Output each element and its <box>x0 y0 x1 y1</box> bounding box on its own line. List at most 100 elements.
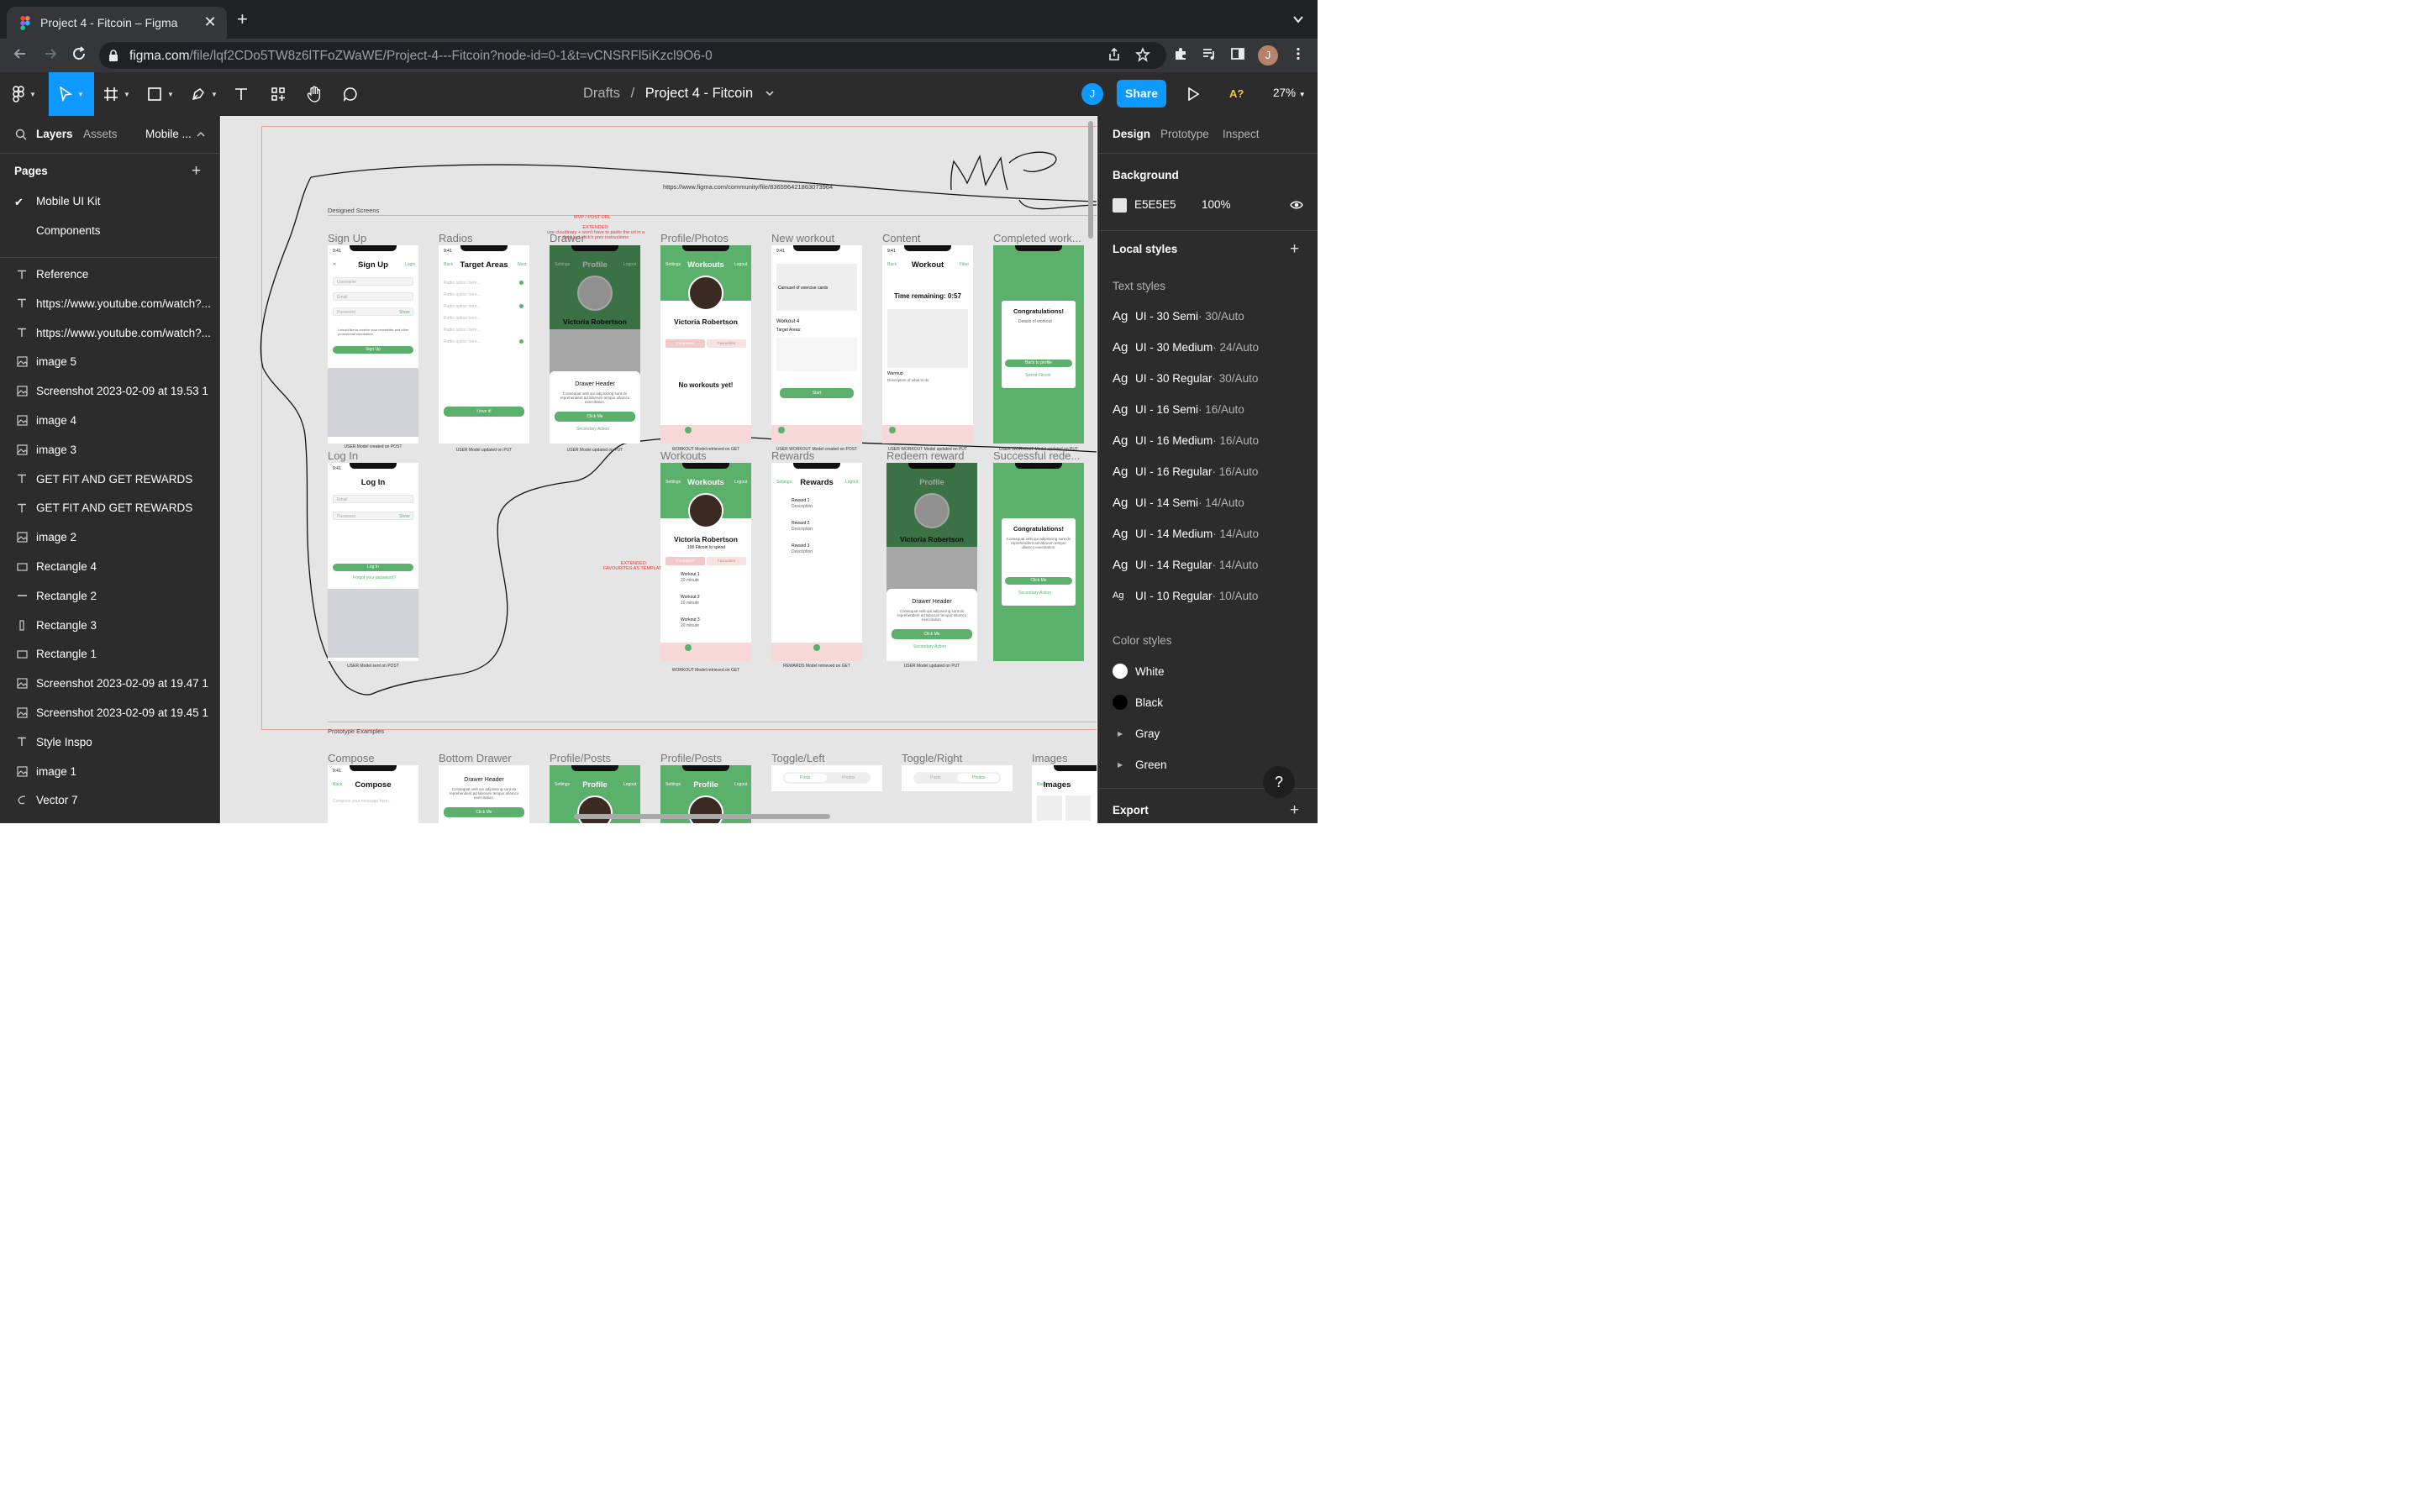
tab-inspect[interactable]: Inspect <box>1223 128 1260 140</box>
community-url-text[interactable]: https://www.figma.com/community/file/836… <box>663 183 833 191</box>
bookmark-star-icon[interactable] <box>1134 46 1151 64</box>
hand-tool-button[interactable] <box>302 72 327 116</box>
side-panel-icon[interactable] <box>1228 46 1247 65</box>
vertical-scrollbar[interactable] <box>1088 121 1093 239</box>
extensions-puzzle-icon[interactable] <box>1171 46 1190 65</box>
screen-successful-redeem[interactable]: Congratulations! Consequat velit qui adi… <box>993 463 1084 661</box>
screen-toggle-right[interactable]: Posts Photos <box>902 765 1013 791</box>
screen-profile-photos[interactable]: Settings Logout Workouts Victoria Robert… <box>660 245 751 444</box>
layer-row[interactable]: image 2 <box>0 522 219 552</box>
layer-row[interactable]: https://www.youtube.com/watch?... <box>0 318 219 348</box>
frame-label-profile-photos[interactable]: Profile/Photos <box>660 232 729 244</box>
frame-label-profile-posts-1[interactable]: Profile/Posts <box>550 752 611 764</box>
screen-images[interactable]: Back Images <box>1032 765 1097 823</box>
frame-label-compose[interactable]: Compose <box>328 752 375 764</box>
frame-label-log-in[interactable]: Log In <box>328 449 358 462</box>
accessibility-check-button[interactable]: A? <box>1229 87 1244 100</box>
color-style-item[interactable]: Black <box>1113 694 1163 711</box>
add-style-icon[interactable]: + <box>1290 240 1299 259</box>
layer-row[interactable]: Rectangle 4 <box>0 552 219 581</box>
frame-label-sign-up[interactable]: Sign Up <box>328 232 366 244</box>
screen-workouts[interactable]: Settings Logout Workouts Victoria Robert… <box>660 463 751 661</box>
frame-label-drawer[interactable]: Drawer <box>550 232 585 244</box>
layer-row[interactable]: image 1 <box>0 757 219 786</box>
new-tab-button[interactable]: + <box>237 10 248 29</box>
frame-label-images[interactable]: Images <box>1032 752 1068 764</box>
screen-toggle-left[interactable]: Posts Photos <box>771 765 882 791</box>
project-name[interactable]: Project 4 - Fitcoin <box>645 86 753 101</box>
layer-row[interactable]: Style Inspo <box>0 727 219 757</box>
screen-new-workout[interactable]: 9:41 Carousel of exercise cards Workout … <box>771 245 862 444</box>
reload-icon[interactable] <box>69 45 89 66</box>
tab-prototype[interactable]: Prototype <box>1160 128 1209 140</box>
frame-label-bottom-drawer[interactable]: Bottom Drawer <box>439 752 512 764</box>
text-style-item[interactable]: Ag UI - 10 Regular · 10/Auto <box>1113 587 1258 604</box>
share-page-icon[interactable] <box>1106 47 1123 64</box>
back-arrow-icon[interactable] <box>10 45 30 66</box>
move-tool-button[interactable]: ▼ <box>49 72 94 116</box>
page-item-components[interactable]: Components <box>36 224 101 237</box>
browser-tab[interactable]: Project 4 - Fitcoin – Figma ✕ <box>7 7 227 39</box>
design-canvas[interactable]: https://www.figma.com/community/file/836… <box>221 116 1097 823</box>
frame-label-toggle-left[interactable]: Toggle/Left <box>771 752 825 764</box>
user-avatar[interactable]: J <box>1081 83 1103 105</box>
text-style-item[interactable]: Ag UI - 30 Semi · 30/Auto <box>1113 307 1244 324</box>
frame-label-redeem-reward[interactable]: Redeem reward <box>886 449 965 462</box>
shape-tool-button[interactable]: ▼ <box>141 72 180 116</box>
screen-redeem-reward[interactable]: Profile Victoria Robertson Drawer Header… <box>886 463 977 661</box>
add-export-icon[interactable]: + <box>1290 801 1299 820</box>
address-bar[interactable]: figma.com/file/lqf2CDo5TW8z6lTFoZWaWE/Pr… <box>99 42 1166 69</box>
layer-row[interactable]: Reference <box>0 260 219 289</box>
zoom-level-dropdown[interactable]: 27% ▼ <box>1273 87 1306 99</box>
frame-label-completed-workout[interactable]: Completed work... <box>993 232 1081 244</box>
text-style-item[interactable]: Ag UI - 16 Medium · 16/Auto <box>1113 432 1259 449</box>
background-hex-input[interactable]: E5E5E5 <box>1134 198 1176 211</box>
screen-content[interactable]: 9:41 Back Workout Filter Time remaining:… <box>882 245 973 444</box>
present-play-icon[interactable] <box>1187 87 1199 101</box>
layer-row[interactable]: GET FIT AND GET REWARDS <box>0 465 219 494</box>
frame-tool-button[interactable]: ▼ <box>97 72 136 116</box>
search-icon[interactable] <box>15 129 27 140</box>
tab-layers[interactable]: Layers <box>36 128 73 140</box>
layer-row[interactable]: Rectangle 3 <box>0 611 219 640</box>
layer-row[interactable]: Rectangle 1 <box>0 639 219 669</box>
screen-log-in[interactable]: 9:41 Log In Email Password Show Log In Fo… <box>328 463 418 661</box>
resources-tool-button[interactable] <box>266 72 291 116</box>
tab-assets[interactable]: Assets <box>83 128 118 140</box>
tab-page-selector[interactable]: Mobile ... <box>145 128 192 140</box>
main-menu-button[interactable]: ▼ <box>5 72 44 116</box>
lock-icon[interactable] <box>108 49 119 62</box>
layer-row[interactable]: https://www.youtube.com/watch?... <box>0 289 219 318</box>
frame-label-radios[interactable]: Radios <box>439 232 472 244</box>
breadcrumb-drafts[interactable]: Drafts <box>583 86 620 101</box>
frame-label-content[interactable]: Content <box>882 232 921 244</box>
frame-label-toggle-right[interactable]: Toggle/Right <box>902 752 962 764</box>
layer-row[interactable]: Screenshot 2023-02-09 at 19.45 1 <box>0 698 219 727</box>
layer-row[interactable]: Vector 7 <box>0 785 219 815</box>
background-color-swatch[interactable] <box>1113 198 1127 213</box>
layer-row[interactable]: GET FIT AND GET REWARDS <box>0 493 219 522</box>
screen-compose[interactable]: 9:41 Back Compose Compose your message h… <box>328 765 418 823</box>
text-tool-button[interactable] <box>229 72 254 116</box>
screen-sign-up[interactable]: 9:41 ✕ Sign Up Login Username Email Pass… <box>328 245 418 444</box>
chevron-down-icon[interactable] <box>765 89 774 97</box>
layer-row[interactable]: Screenshot 2023-02-09 at 19.47 1 <box>0 669 219 698</box>
screen-drawer[interactable]: Settings Logout Profile Victoria Roberts… <box>550 245 640 444</box>
close-tab-icon[interactable]: ✕ <box>202 13 218 31</box>
background-opacity-input[interactable]: 100% <box>1202 198 1231 211</box>
frame-label-successful-redeem[interactable]: Successful rede... <box>993 449 1080 462</box>
chevron-up-icon[interactable] <box>197 131 205 138</box>
text-style-item[interactable]: Ag UI - 14 Medium · 14/Auto <box>1113 525 1259 542</box>
text-style-item[interactable]: Ag UI - 14 Regular · 14/Auto <box>1113 556 1258 573</box>
kebab-menu-icon[interactable] <box>1289 46 1307 65</box>
frame-label-rewards[interactable]: Rewards <box>771 449 814 462</box>
comment-tool-button[interactable] <box>338 72 363 116</box>
frame-label-profile-posts-2[interactable]: Profile/Posts <box>660 752 722 764</box>
color-style-item[interactable]: ▶ Green <box>1113 756 1167 773</box>
share-button[interactable]: Share <box>1117 80 1166 108</box>
text-style-item[interactable]: Ag UI - 30 Medium · 24/Auto <box>1113 339 1259 355</box>
page-item-mobile-ui-kit[interactable]: Mobile UI Kit <box>36 195 101 207</box>
color-style-item[interactable]: White <box>1113 663 1165 680</box>
add-page-icon[interactable]: + <box>192 162 201 181</box>
expand-triangle-icon[interactable]: ▶ <box>1113 730 1135 738</box>
